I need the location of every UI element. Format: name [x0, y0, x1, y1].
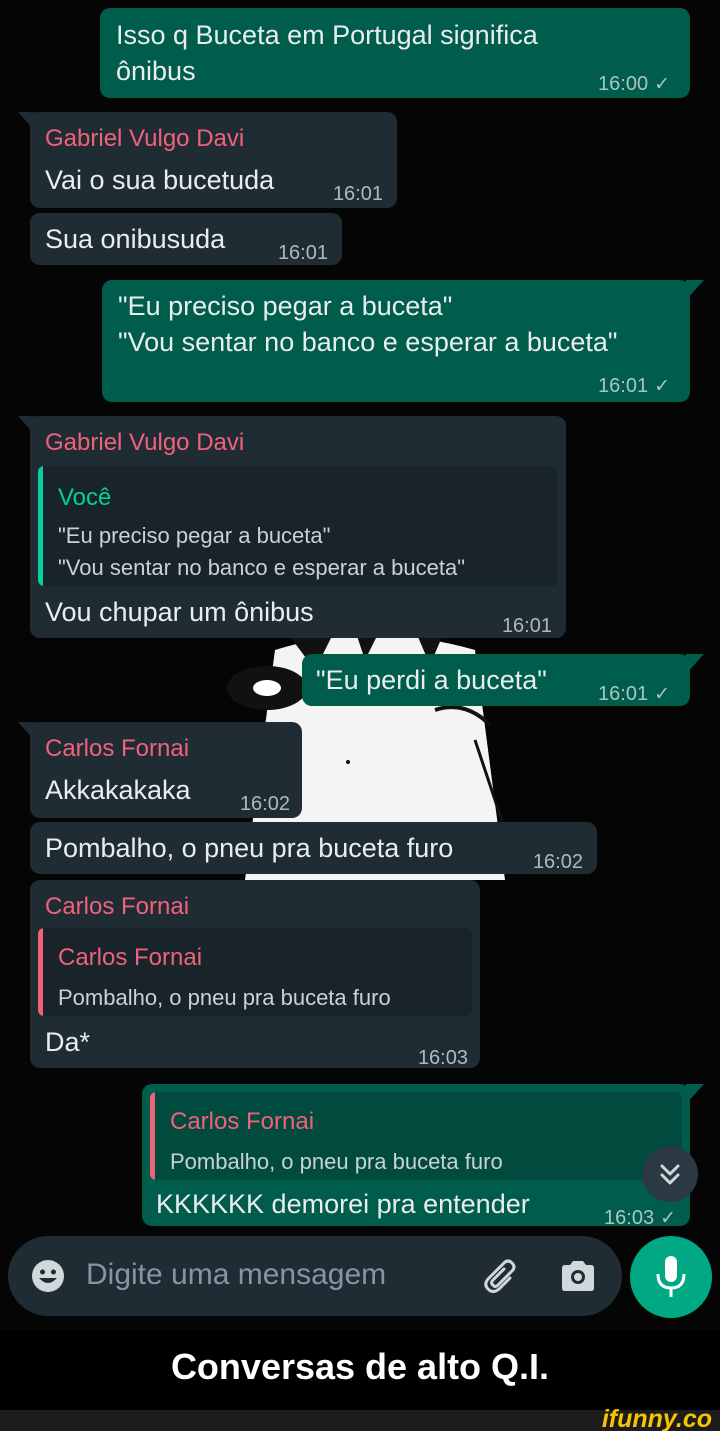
quoted-message[interactable]: Carlos Fornai Pombalho, o pneu pra bucet… — [150, 1092, 682, 1180]
quote-sender: Carlos Fornai — [170, 1108, 315, 1135]
message-bubble-incoming[interactable]: Sua onibusuda 16:01 — [30, 213, 342, 265]
scroll-to-bottom-button[interactable] — [642, 1146, 698, 1202]
sender-name[interactable]: Gabriel Vulgo Davi — [45, 428, 244, 458]
quote-bar — [38, 466, 43, 586]
quote-sender: Você — [58, 484, 112, 511]
quote-sender: Carlos Fornai — [58, 944, 203, 971]
read-check-icon: ✓ — [654, 684, 670, 705]
emoji-icon[interactable] — [30, 1258, 66, 1294]
message-input[interactable]: Digite uma mensagem — [86, 1258, 386, 1292]
message-text: Sua onibusuda — [45, 224, 226, 254]
quoted-message[interactable]: Você "Eu preciso pegar a buceta" "Vou se… — [38, 466, 558, 586]
message-time: 16:03 — [417, 1047, 468, 1069]
sender-name[interactable]: Carlos Fornai — [45, 734, 189, 764]
camera-icon[interactable] — [558, 1258, 598, 1294]
message-time: 16:00 ✓ — [598, 73, 670, 95]
message-time: 16:01 — [501, 615, 552, 637]
message-text: KKKKKK demorei pra entender — [156, 1189, 530, 1219]
chat-area: Isso q Buceta em Portugal significa ônib… — [0, 0, 720, 1330]
quote-text: "Eu preciso pegar a buceta" — [58, 523, 331, 548]
sender-name[interactable]: Gabriel Vulgo Davi — [45, 124, 244, 154]
read-check-icon: ✓ — [654, 74, 670, 95]
quote-text: Pombalho, o pneu pra buceta furo — [170, 1149, 503, 1174]
message-time: 16:02 — [239, 793, 290, 815]
quote-text: "Vou sentar no banco e esperar a buceta" — [58, 555, 466, 580]
message-bubble-incoming[interactable]: Carlos Fornai Carlos Fornai Pombalho, o … — [30, 880, 480, 1069]
ifunny-watermark: ifunny.co — [601, 1405, 712, 1431]
message-text: ônibus — [116, 56, 196, 86]
record-voice-button[interactable] — [630, 1236, 712, 1318]
message-time: 16:01 ✓ — [598, 683, 670, 705]
message-text: Pombalho, o pneu pra buceta furo — [45, 833, 454, 863]
message-bubble-incoming[interactable]: Gabriel Vulgo Davi Vai o sua bucetuda 16… — [30, 112, 397, 208]
message-input-bar[interactable]: Digite uma mensagem — [8, 1236, 622, 1316]
message-text: "Vou sentar no banco e esperar a buceta" — [118, 327, 618, 357]
message-time: 16:01 — [332, 183, 383, 205]
message-text: Vai o sua bucetuda — [45, 165, 275, 195]
message-text: Da* — [45, 1027, 91, 1057]
message-bubble-outgoing[interactable]: "Eu perdi a buceta" 16:01 ✓ — [302, 654, 690, 706]
quote-bar — [38, 928, 43, 1016]
quoted-message[interactable]: Carlos Fornai Pombalho, o pneu pra bucet… — [38, 928, 472, 1016]
message-text: Isso q Buceta em Portugal significa — [116, 20, 538, 50]
message-bubble-incoming[interactable]: Pombalho, o pneu pra buceta furo 16:02 — [30, 822, 597, 874]
sender-name[interactable]: Carlos Fornai — [45, 892, 189, 922]
message-bubble-incoming[interactable]: Gabriel Vulgo Davi Você "Eu preciso pega… — [30, 416, 566, 638]
message-bubble-outgoing[interactable]: "Eu preciso pegar a buceta" "Vou sentar … — [102, 280, 690, 402]
message-text: "Eu perdi a buceta" — [316, 665, 547, 695]
watermark-strip: ifunny.co — [0, 1405, 720, 1431]
double-chevron-down-icon — [660, 1164, 680, 1185]
message-time: 16:02 — [532, 851, 583, 873]
microphone-icon — [656, 1256, 686, 1297]
message-time: 16:01 — [277, 242, 328, 264]
message-bubble-incoming[interactable]: Carlos Fornai Akkakakaka 16:02 — [30, 722, 302, 818]
read-check-icon: ✓ — [654, 376, 670, 397]
message-bubble-outgoing[interactable]: Isso q Buceta em Portugal significa ônib… — [100, 8, 690, 98]
message-bubble-outgoing[interactable]: Carlos Fornai Pombalho, o pneu pra bucet… — [142, 1084, 690, 1229]
message-time: 16:01 ✓ — [598, 375, 670, 397]
read-check-icon: ✓ — [660, 1208, 676, 1229]
quote-bar — [150, 1092, 155, 1180]
message-text: Vou chupar um ônibus — [45, 597, 314, 627]
message-text: "Eu preciso pegar a buceta" — [118, 291, 453, 321]
meme-caption: Conversas de alto Q.I. — [0, 1330, 720, 1410]
message-text: Akkakakaka — [45, 775, 191, 805]
message-time: 16:03 ✓ — [604, 1207, 676, 1229]
quote-text: Pombalho, o pneu pra buceta furo — [58, 985, 391, 1010]
paperclip-icon[interactable] — [482, 1256, 522, 1296]
